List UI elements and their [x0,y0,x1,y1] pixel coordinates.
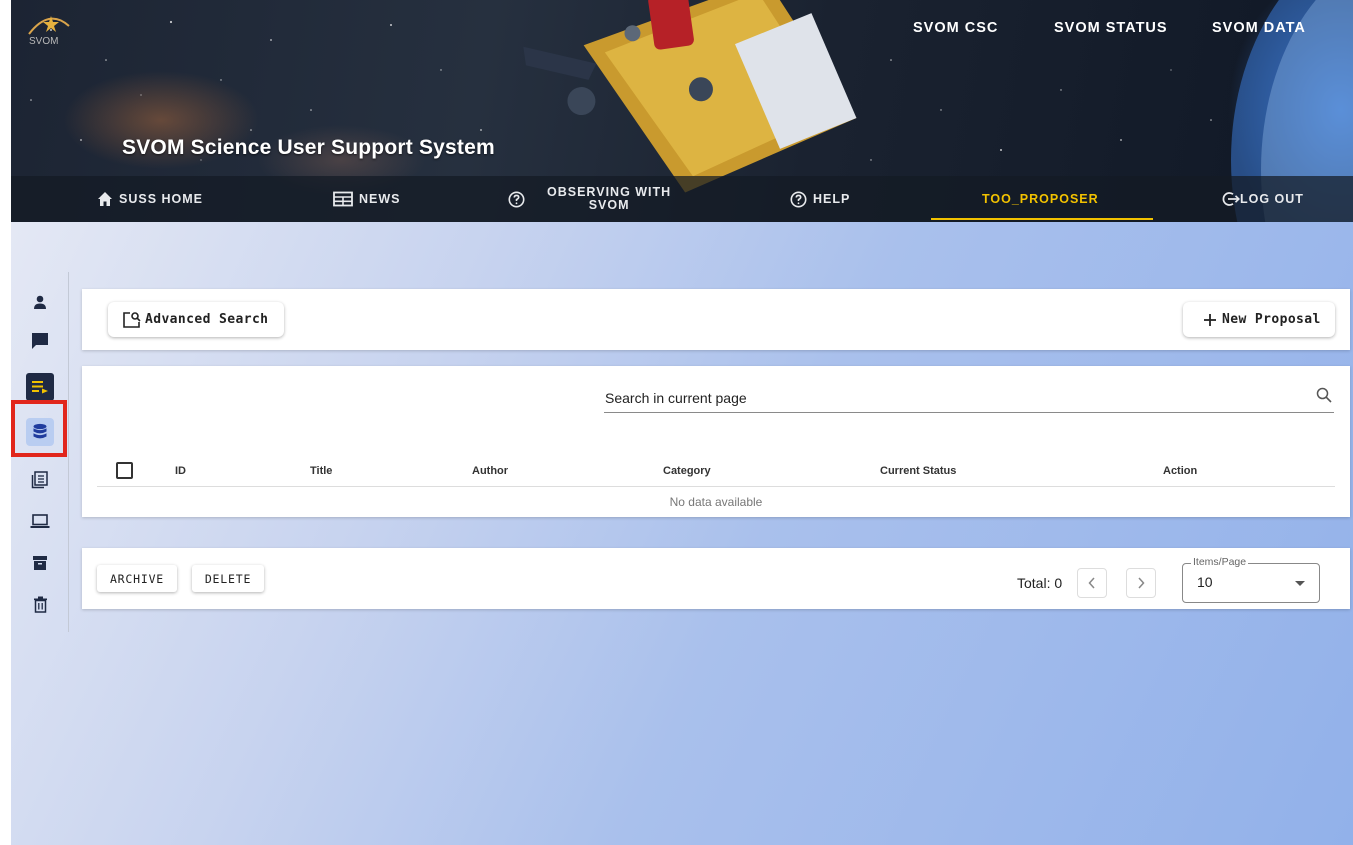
trash-icon [33,596,47,613]
next-page-button[interactable] [1126,568,1156,598]
active-tab-underline [931,218,1153,220]
sidebar-item-playlist[interactable] [26,373,54,401]
items-per-page-select[interactable]: Items/Page 10 [1182,556,1320,603]
nav-logout-label: LOG OUT [1240,192,1304,206]
svom-data-link[interactable]: SVOM DATA [1212,20,1306,36]
home-icon [98,192,112,206]
playlist-icon [32,381,48,394]
nav-observing-line2: SVOM [588,198,630,212]
column-header-id[interactable]: ID [175,465,186,477]
nav-observing-with-svom[interactable]: OBSERVING WITH SVOM [508,176,671,222]
new-proposal-button[interactable]: New Proposal [1183,302,1335,337]
help-circle-icon [508,191,525,207]
laptop-icon [30,514,50,528]
sidebar-item-documents[interactable] [26,466,54,494]
dropdown-arrow-icon [1295,581,1305,586]
chevron-right-icon [1138,577,1145,589]
table-header-divider [97,486,1335,487]
advanced-search-icon [123,311,141,328]
new-proposal-label: New Proposal [1222,312,1321,327]
sidebar-item-trash[interactable] [26,590,54,618]
svg-text:SVOM: SVOM [29,36,58,46]
advanced-search-label: Advanced Search [145,312,269,327]
column-header-action[interactable]: Action [1163,465,1197,477]
svom-csc-link[interactable]: SVOM CSC [913,20,998,36]
main-navbar: SUSS HOME NEWS OBSERVING WITH SVOM HELP … [11,176,1353,222]
chat-icon [32,333,48,349]
search-icon[interactable] [1316,387,1332,403]
search-underline [604,412,1334,413]
toolbar-card: Advanced Search New Proposal [82,289,1350,350]
logout-icon [1222,192,1240,206]
archive-icon [33,556,47,570]
sidebar-divider [68,272,69,632]
archive-button[interactable]: ARCHIVE [97,565,177,592]
sidebar-item-archive[interactable] [26,549,54,577]
nav-news[interactable]: NEWS [333,176,401,222]
delete-button[interactable]: DELETE [192,565,264,592]
sidebar-item-profile[interactable] [26,288,54,316]
nav-logout[interactable]: LOG OUT [1222,176,1304,222]
highlight-box [11,400,67,457]
help-circle-icon [790,191,807,207]
table-footer-card: ARCHIVE DELETE Total: 0 Items/Page 10 [82,548,1350,609]
sidebar-item-messages[interactable] [26,327,54,355]
nav-suss-home-label: SUSS HOME [119,192,204,206]
advanced-search-button[interactable]: Advanced Search [108,302,284,337]
news-icon [333,191,353,207]
sidebar-item-computer[interactable] [26,507,54,535]
column-header-author[interactable]: Author [472,465,508,477]
items-per-page-value: 10 [1197,574,1213,590]
document-list-icon [31,471,48,489]
empty-table-message: No data available [669,495,763,509]
items-per-page-label: Items/Page [1191,556,1249,568]
person-icon [34,295,46,309]
column-header-current-status[interactable]: Current Status [880,465,956,477]
site-title: SVOM Science User Support System [122,136,495,159]
nav-help-label: HELP [813,192,851,206]
nav-help[interactable]: HELP [790,176,850,222]
chevron-left-icon [1088,577,1095,589]
nav-user-too-proposer[interactable]: TOO_PROPOSER [982,176,1099,222]
svom-logo[interactable]: SVOM [25,6,73,46]
column-header-title[interactable]: Title [310,465,332,477]
nav-suss-home[interactable]: SUSS HOME [97,176,203,222]
nav-observing-label: OBSERVING WITH SVOM [547,176,671,222]
header-banner: SVOM SVOM Science User Support System SV… [11,0,1353,222]
svom-status-link[interactable]: SVOM STATUS [1054,20,1168,36]
search-input[interactable]: Search in current page [605,390,747,406]
select-all-checkbox[interactable] [116,462,133,479]
plus-icon [1204,313,1216,326]
nav-news-label: NEWS [359,192,401,206]
main-content: Advanced Search New Proposal Search in c… [11,222,1353,845]
column-header-category[interactable]: Category [663,465,711,477]
total-count: Total: 0 [1017,575,1063,591]
prev-page-button[interactable] [1077,568,1107,598]
nav-user-label: TOO_PROPOSER [982,192,1099,206]
proposal-table-card: Search in current page ID Title Author C… [82,366,1350,517]
